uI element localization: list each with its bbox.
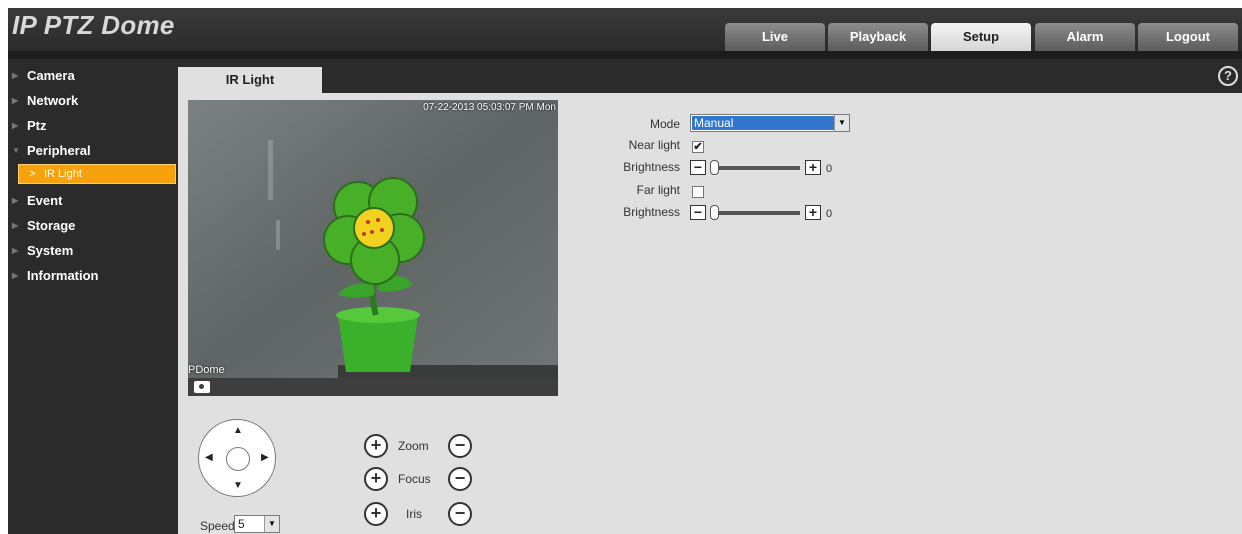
tab-live[interactable]: Live	[725, 23, 825, 51]
header: IP PTZ Dome Live Playback Setup Alarm Lo…	[8, 8, 1242, 52]
tab-setup[interactable]: Setup	[931, 23, 1031, 51]
caret-right-icon: ▶	[12, 121, 19, 130]
video-timestamp: 07-22-2013 05:03:07 PM Mon	[423, 102, 556, 113]
mode-select[interactable]: Manual ▼	[690, 114, 850, 132]
chevron-down-icon: ▼	[264, 516, 279, 532]
speed-select[interactable]: 5 ▼	[234, 515, 280, 533]
app-title: IP PTZ Dome	[12, 10, 175, 40]
speed-value: 5	[238, 517, 245, 531]
focus-far-button[interactable]: −	[448, 467, 472, 491]
brightness-far-label: Brightness	[623, 205, 680, 219]
chevron-right-icon: >	[29, 168, 36, 180]
video-toolbar	[188, 378, 558, 396]
far-light-label: Far light	[636, 183, 680, 197]
sidebar-item-label: Camera	[27, 68, 75, 83]
sidebar-item-camera[interactable]: ▶ Camera	[8, 65, 178, 87]
iris-label: Iris	[406, 507, 422, 521]
content-tabbar: IR Light ?	[178, 59, 1242, 93]
brightness-far-value: 0	[826, 208, 833, 220]
brightness-near-decrease-button[interactable]: −	[690, 160, 706, 175]
brightness-far-slider-handle[interactable]	[710, 205, 719, 220]
ptz-right-icon[interactable]: ▶	[261, 452, 269, 463]
brightness-near-slider-handle[interactable]	[710, 160, 719, 175]
brightness-near-label: Brightness	[623, 160, 680, 174]
ptz-down-icon[interactable]: ▼	[233, 480, 243, 491]
ptz-direction-pad: ▲ ▼ ◀ ▶	[198, 419, 276, 497]
video-frame-image	[188, 100, 558, 378]
sidebar-item-label: Event	[27, 193, 63, 208]
sidebar-item-storage[interactable]: ▶ Storage	[8, 215, 178, 237]
near-light-checkbox[interactable]: ✔	[692, 141, 704, 153]
caret-right-icon: ▶	[12, 96, 19, 105]
tab-alarm[interactable]: Alarm	[1035, 23, 1135, 51]
snapshot-camera-icon[interactable]	[194, 381, 210, 393]
sidebar-item-label: Storage	[27, 218, 76, 233]
header-divider	[8, 51, 1242, 59]
app-window: IP PTZ Dome Live Playback Setup Alarm Lo…	[8, 8, 1242, 534]
help-icon[interactable]: ?	[1218, 66, 1238, 86]
tab-playback[interactable]: Playback	[828, 23, 928, 51]
brightness-near-slider[interactable]	[710, 166, 800, 170]
brightness-far-slider[interactable]	[710, 211, 800, 215]
caret-down-icon: ▼	[12, 146, 20, 155]
brightness-far-decrease-button[interactable]: −	[690, 205, 706, 220]
brightness-far-increase-button[interactable]: +	[805, 205, 821, 220]
far-light-checkbox[interactable]	[692, 186, 704, 198]
sidebar-item-label: Ptz	[27, 118, 47, 133]
sidebar: ▶ Camera ▶ Network ▶ Ptz ▼ Peripheral > …	[8, 59, 178, 534]
mode-label: Mode	[649, 117, 680, 131]
video-channel-name: PDome	[188, 364, 225, 376]
focus-label: Focus	[398, 472, 431, 486]
caret-right-icon: ▶	[12, 246, 19, 255]
zoom-out-button[interactable]: −	[448, 434, 472, 458]
iris-open-button[interactable]: +	[364, 502, 388, 526]
brightness-near-value: 0	[826, 163, 833, 175]
speed-label: Speed	[200, 519, 235, 533]
sidebar-item-label: System	[27, 243, 74, 258]
sidebar-item-network[interactable]: ▶ Network	[8, 90, 178, 112]
ptz-left-icon[interactable]: ◀	[205, 452, 213, 463]
iris-close-button[interactable]: −	[448, 502, 472, 526]
sidebar-subitem-label: IR Light	[44, 168, 82, 180]
sidebar-item-system[interactable]: ▶ System	[8, 240, 178, 262]
zoom-in-button[interactable]: +	[364, 434, 388, 458]
chevron-down-icon: ▼	[834, 115, 849, 131]
tab-logout[interactable]: Logout	[1138, 23, 1238, 51]
brightness-near-increase-button[interactable]: +	[805, 160, 821, 175]
tab-ir-light[interactable]: IR Light	[178, 67, 322, 93]
sidebar-item-label: Peripheral	[27, 143, 91, 158]
caret-right-icon: ▶	[12, 196, 19, 205]
content-panel: 07-22-2013 05:03:07 PM Mon PDome ▲ ▼ ◀ ▶…	[178, 93, 1242, 534]
near-light-label: Near light	[628, 138, 680, 152]
ptz-center-button[interactable]	[226, 447, 250, 471]
caret-right-icon: ▶	[12, 271, 19, 280]
sidebar-item-label: Network	[27, 93, 79, 108]
focus-near-button[interactable]: +	[364, 467, 388, 491]
video-preview: 07-22-2013 05:03:07 PM Mon PDome	[188, 100, 558, 378]
caret-right-icon: ▶	[12, 221, 19, 230]
mode-value: Manual	[692, 116, 834, 130]
sidebar-item-label: Information	[27, 268, 99, 283]
zoom-label: Zoom	[398, 439, 429, 453]
sidebar-item-ptz[interactable]: ▶ Ptz	[8, 115, 178, 137]
sidebar-subitem-ir-light[interactable]: > IR Light	[18, 164, 176, 184]
sidebar-item-event[interactable]: ▶ Event	[8, 190, 178, 212]
caret-right-icon: ▶	[12, 71, 19, 80]
sidebar-item-information[interactable]: ▶ Information	[8, 265, 178, 287]
sidebar-item-peripheral[interactable]: ▼ Peripheral	[8, 140, 178, 162]
ptz-up-icon[interactable]: ▲	[233, 425, 243, 436]
